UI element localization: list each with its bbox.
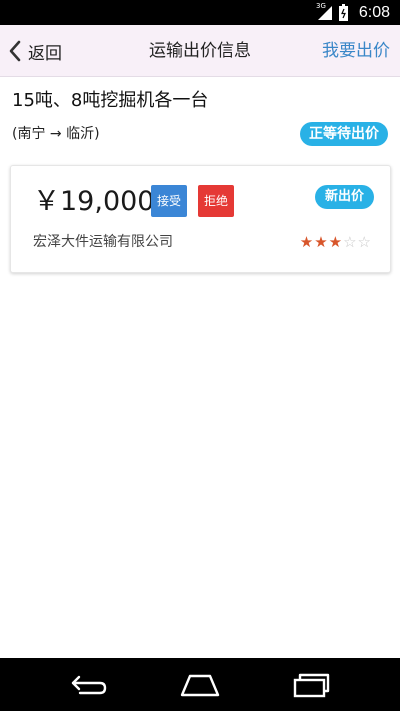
new-bid-badge: 新出价	[314, 185, 374, 209]
star-filled-icon: ★	[328, 233, 344, 251]
rating-stars: ★★★☆☆	[300, 232, 372, 252]
navigation-bar	[0, 658, 400, 711]
status-time: 6:08	[358, 4, 390, 21]
star-filled-icon: ★	[299, 233, 315, 251]
status-badge: 正等待出价	[300, 122, 388, 146]
home-nav-icon[interactable]	[178, 671, 222, 699]
app-header: 返回 运输出价信息 我要出价	[0, 25, 400, 77]
order-route: (南宁 → 临沂)	[12, 126, 100, 142]
order-title: 15吨、8吨挖掘机各一台	[12, 90, 209, 111]
status-bar: 3G 6:08	[0, 0, 400, 25]
back-nav-icon[interactable]	[66, 671, 110, 699]
company-name[interactable]: 宏泽大件运输有限公司	[33, 232, 173, 252]
recents-nav-icon[interactable]	[290, 671, 334, 699]
reject-button[interactable]: 拒绝	[198, 185, 234, 217]
star-empty-icon: ☆	[343, 233, 358, 251]
star-filled-icon: ★	[314, 233, 329, 251]
bid-card: ￥19,000 接受 拒绝 新出价 宏泽大件运输有限公司 ★★★☆☆	[10, 165, 391, 273]
star-empty-icon: ☆	[357, 233, 372, 251]
battery-icon	[339, 4, 348, 21]
accept-button[interactable]: 接受	[151, 185, 187, 217]
place-bid-button[interactable]: 我要出价	[322, 38, 390, 64]
bid-price: ￥19,000	[33, 186, 155, 217]
signal-icon	[318, 6, 332, 20]
